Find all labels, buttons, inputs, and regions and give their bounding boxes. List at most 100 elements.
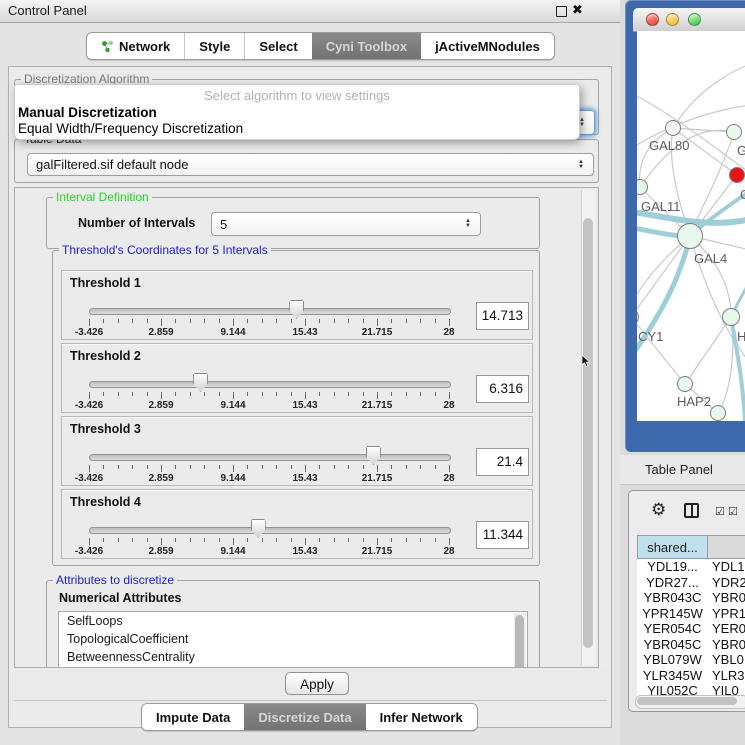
cell-name[interactable]: YER0 xyxy=(708,621,745,637)
cell-shared-name[interactable]: YDR27... xyxy=(637,575,708,591)
cell-shared-name[interactable]: YBR045C xyxy=(637,637,708,653)
cell-name[interactable]: YLR3 xyxy=(708,668,745,684)
control-panel: Control Panel ✖ NetworkStyleSelectCyni T… xyxy=(0,0,620,745)
tab-label: Discretize Data xyxy=(258,710,351,725)
threshold-slider-thumb[interactable] xyxy=(366,446,381,465)
attributes-scrollbar-thumb[interactable] xyxy=(515,615,524,668)
network-node-g[interactable] xyxy=(726,124,742,140)
threshold-value-field[interactable]: 6.316 xyxy=(476,375,529,403)
cell-shared-name[interactable]: YER054C xyxy=(637,621,708,637)
network-node-gal80[interactable] xyxy=(665,120,681,136)
combo-arrows-icon: ▲▼ xyxy=(579,118,594,128)
threshold-label: Threshold 1 xyxy=(70,276,141,290)
settings-scroll-panel: Interval Definition Number of Intervals … xyxy=(14,187,599,668)
table-horizontal-scrollbar[interactable] xyxy=(635,695,745,709)
cell-shared-name[interactable]: YDL19... xyxy=(637,559,708,575)
table-row[interactable]: YBR045CYBR0 xyxy=(637,637,745,653)
close-icon[interactable]: ✖ xyxy=(572,2,583,18)
cell-shared-name[interactable]: YPR145W xyxy=(637,606,708,622)
gear-icon[interactable]: ⚙ xyxy=(651,501,666,518)
cell-shared-name[interactable]: YLR345W xyxy=(637,668,708,684)
slider-ticks xyxy=(89,319,449,327)
table-row[interactable]: YDR27...YDR2 xyxy=(637,575,745,591)
tab-label: jActiveMNodules xyxy=(435,39,540,54)
dropdown-option-manual-discretization[interactable]: Manual Discretization xyxy=(18,105,157,120)
tab-network[interactable]: Network xyxy=(87,33,184,59)
close-traffic-light[interactable] xyxy=(646,13,659,26)
numerical-attributes-list: SelfLoopsTopologicalCoefficientBetweenne… xyxy=(58,611,528,668)
network-node-c[interactable] xyxy=(729,167,745,183)
threshold-label: Threshold 3 xyxy=(70,422,141,436)
tab-infer-network[interactable]: Infer Network xyxy=(366,704,477,730)
column-header-name[interactable]: na xyxy=(708,535,745,559)
checkbox-icon[interactable]: ☑ xyxy=(728,505,738,518)
table-row[interactable]: YBR043CYBR0 xyxy=(637,590,745,606)
cell-name[interactable]: YBR0 xyxy=(708,637,745,653)
node-label-c: C xyxy=(740,187,745,202)
tab-jactivemnodules[interactable]: jActiveMNodules xyxy=(421,33,554,59)
threshold-slider-track[interactable] xyxy=(89,308,451,315)
table-row[interactable]: YBL079WYBL0 xyxy=(637,652,745,668)
apply-button[interactable]: Apply xyxy=(285,672,349,695)
dropdown-option-equal-width-frequency[interactable]: Equal Width/Frequency Discretization xyxy=(18,121,243,136)
tab-impute-data[interactable]: Impute Data xyxy=(142,704,244,730)
tab-discretize-data[interactable]: Discretize Data xyxy=(244,704,365,730)
minimize-traffic-light[interactable] xyxy=(666,13,679,26)
table-row[interactable]: YDL19...YDL1 xyxy=(637,559,745,575)
split-columns-icon[interactable] xyxy=(684,503,699,518)
attribute-item-topologicalcoefficient[interactable]: TopologicalCoefficient xyxy=(59,630,527,648)
cell-name[interactable]: YPR1 xyxy=(708,606,745,622)
threshold-value-field[interactable]: 21.4 xyxy=(476,448,529,476)
table-row[interactable]: YER054CYER0 xyxy=(637,621,745,637)
threshold-slider-thumb[interactable] xyxy=(251,519,266,538)
node-label-g: G xyxy=(737,143,745,158)
threshold-slider-track[interactable] xyxy=(89,454,451,461)
apply-row: Apply xyxy=(14,668,607,701)
threshold-slider-track[interactable] xyxy=(89,527,451,534)
zoom-traffic-light[interactable] xyxy=(688,13,701,26)
network-node-hap2[interactable] xyxy=(677,376,693,392)
network-node-h[interactable] xyxy=(722,308,740,326)
threshold-slider-track[interactable] xyxy=(89,381,451,388)
table-scrollbar-thumb[interactable] xyxy=(637,697,737,705)
column-header-shared-name[interactable]: shared... xyxy=(637,535,708,559)
slider-ticks xyxy=(89,465,449,473)
number-of-intervals-value: 5 xyxy=(212,217,465,232)
attribute-item-selfloops[interactable]: SelfLoops xyxy=(59,612,527,630)
settings-vertical-scrollbar[interactable] xyxy=(581,190,595,665)
network-canvas[interactable]: GAL80GCGAL11GAL4GCY1HHAP2 xyxy=(637,31,745,421)
table-panel-header: Table Panel xyxy=(620,455,745,485)
threshold-label: Threshold 4 xyxy=(70,495,141,509)
table-row[interactable]: YLR345WYLR3 xyxy=(637,668,745,684)
attribute-item-betweennesscentrality[interactable]: BetweennessCentrality xyxy=(59,648,527,666)
checkbox-icon[interactable]: ☑ xyxy=(715,505,725,518)
threshold-value-field[interactable]: 11.344 xyxy=(476,521,529,549)
settings-scrollbar-thumb[interactable] xyxy=(583,218,593,648)
attributes-scrollbar[interactable] xyxy=(514,613,526,668)
cell-shared-name[interactable]: YBL079W xyxy=(637,652,708,668)
cell-name[interactable]: YBL0 xyxy=(708,652,745,668)
float-window-icon[interactable] xyxy=(556,6,567,17)
threshold-slider-thumb[interactable] xyxy=(193,373,208,392)
number-of-intervals-combo[interactable]: 5 ▲▼ xyxy=(211,212,481,236)
tab-select[interactable]: Select xyxy=(244,33,311,59)
tab-style[interactable]: Style xyxy=(184,33,244,59)
network-window-titlebar[interactable] xyxy=(633,8,745,32)
tab-cyni-toolbox[interactable]: Cyni Toolbox xyxy=(312,33,421,59)
threshold-slider-thumb[interactable] xyxy=(289,300,304,319)
cell-name[interactable]: YDR2 xyxy=(708,575,745,591)
network-node-gal4[interactable] xyxy=(677,223,703,249)
cell-name[interactable]: YDL1 xyxy=(708,559,745,575)
numerical-attributes-label: Numerical Attributes xyxy=(59,591,181,605)
combo-arrows-icon: ▲▼ xyxy=(578,160,593,170)
cell-shared-name[interactable]: YBR043C xyxy=(637,590,708,606)
bottom-tab-bar: Impute Data Discretize Data Infer Network xyxy=(141,703,478,731)
top-tab-bar: NetworkStyleSelectCyni Toolbox jActiveMNo… xyxy=(86,32,555,60)
threshold-value-field[interactable]: 14.713 xyxy=(476,302,529,330)
table-data-combo[interactable]: galFiltered.sif default node ▲▼ xyxy=(27,153,594,176)
node-attribute-table: shared... na YDL19...YDL1YDR27...YDR2YBR… xyxy=(637,535,745,699)
table-row[interactable]: YPR145WYPR1 xyxy=(637,606,745,622)
table-panel-title: Table Panel xyxy=(645,462,713,477)
cell-name[interactable]: YBR0 xyxy=(708,590,745,606)
network-node[interactable] xyxy=(710,405,726,421)
